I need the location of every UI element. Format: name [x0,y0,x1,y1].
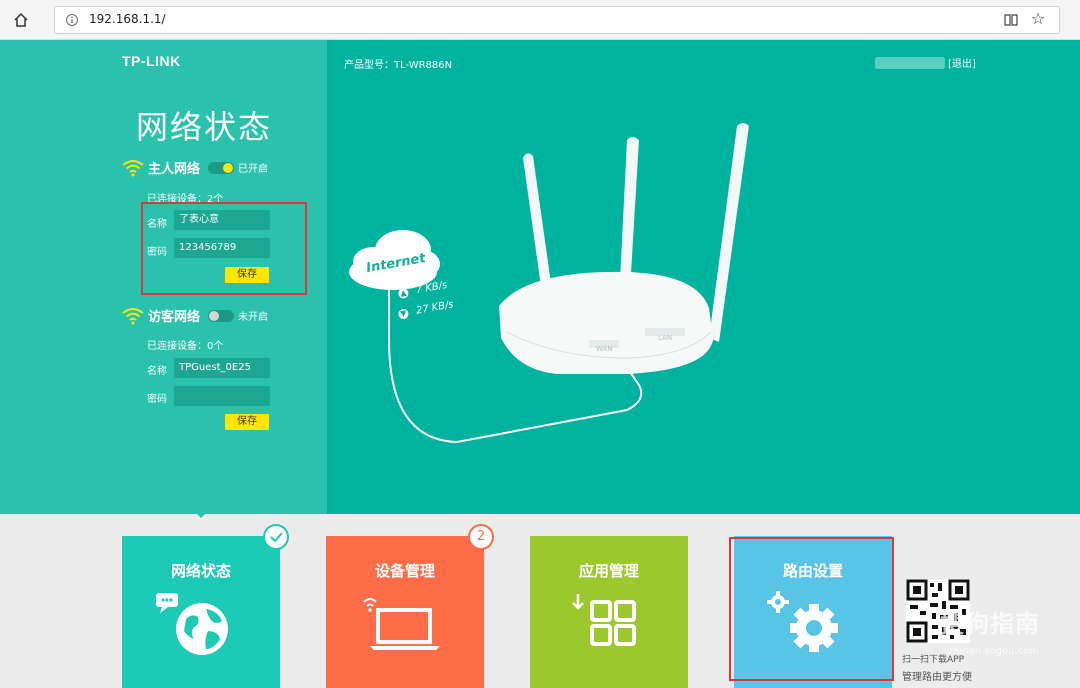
app-grid-icon [572,594,636,646]
tile-devices-label: 设备管理 [374,562,435,580]
guest-password-input[interactable] [174,386,270,406]
main-network-header: 主人网络 已开启 [122,158,268,177]
guest-password-label: 密码 [147,394,167,405]
router-body [499,271,713,374]
check-icon [263,524,289,550]
tile-app-management[interactable]: 应用管理 [530,536,688,688]
guest-name-label: 名称 [147,366,167,377]
app-manage-text: 管理路由更方便 [902,672,972,683]
tile-network-label: 网络状态 [170,562,231,580]
router-diagram [349,123,749,444]
main-network-highlight [141,202,307,295]
active-tile-pointer [193,510,209,518]
upload-arrow-icon: ▲ [397,287,410,299]
guest-network-title: 访客网络 [148,310,201,325]
lan-port-label: LAN [658,334,673,342]
main-network-title: 主人网络 [148,162,201,177]
guest-network-state: 未开启 [238,312,269,323]
antenna-right [709,123,749,342]
main-network-state: 已开启 [238,164,269,175]
page-title: 网络状态 [136,108,273,146]
home-icon [14,12,28,27]
tile-network-status[interactable]: 网络状态 [122,536,280,688]
tile-apps-label: 应用管理 [578,562,639,580]
device-count-badge: 2 [468,524,494,550]
guest-connected-count: 已连接设备：0个 [147,341,224,352]
globe-icon [156,593,228,655]
wifi-icon [122,159,144,176]
wifi-icon [122,307,144,324]
router-settings-highlight [729,537,894,681]
brand-logo: TP-LINK [122,53,181,69]
watermark-text: 搜狗指南 [940,610,1040,638]
guest-ssid-input[interactable]: TPGuest_0E25 [174,358,270,378]
url-text[interactable]: 192.168.1.1/ [89,12,166,26]
home-button[interactable] [10,9,32,31]
star-icon[interactable]: ☆ [1029,10,1047,28]
wan-port-label: WAN [596,345,613,353]
guest-network-header: 访客网络 未开启 [122,306,268,325]
browser-toolbar: 192.168.1.1/ ☆ [0,0,1080,40]
download-arrow-icon: ▼ [397,307,410,320]
status-hero: TP-LINK 网络状态 主人网络 已开启 已连接设备：2个 名称 了表心意 密… [0,40,1080,514]
watermark-url: zhinan.sogou.com [948,646,1040,657]
laptop-icon [363,598,440,650]
info-icon[interactable] [65,13,79,27]
reader-icon[interactable] [1003,12,1019,28]
network-status-panel: TP-LINK 网络状态 主人网络 已开启 已连接设备：2个 名称 了表心意 密… [0,40,327,514]
tile-device-management[interactable]: 设备管理 [326,536,484,688]
address-bar[interactable]: 192.168.1.1/ ☆ [54,6,1060,34]
guest-save-button[interactable]: 保存 [225,414,269,430]
guest-network-toggle[interactable] [208,309,235,322]
main-network-toggle[interactable] [208,161,235,174]
